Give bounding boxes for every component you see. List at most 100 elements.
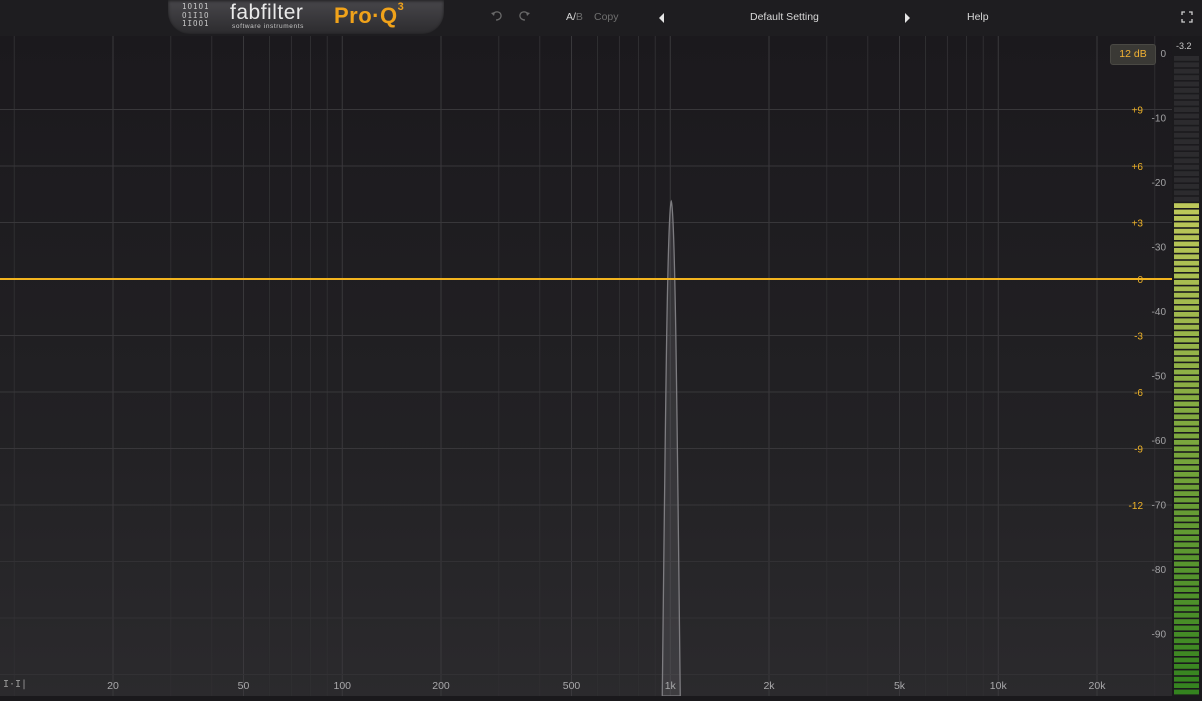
freq-label: 20: [107, 680, 119, 692]
eq-db-label: -6: [1134, 388, 1143, 399]
eq-db-label: +9: [1132, 106, 1144, 117]
spectrum-db-label: -90: [1152, 630, 1167, 641]
meter-segment: [1174, 324, 1199, 330]
meter-segment: [1174, 312, 1199, 317]
freq-label: 50: [238, 680, 250, 692]
meter-segment: [1174, 318, 1199, 324]
eq-db-label: -12: [1129, 501, 1144, 512]
meter-segment: [1174, 216, 1199, 221]
display-range-button[interactable]: 12 dB: [1110, 44, 1156, 65]
meter-segment: [1174, 465, 1199, 471]
meter-segment: [1174, 184, 1199, 189]
bars-icon[interactable]: I·I|: [3, 679, 27, 690]
meter-segment: [1174, 120, 1199, 125]
meter-segment: [1174, 561, 1199, 567]
meter-segment: [1174, 395, 1199, 400]
undo-icon[interactable]: [489, 8, 505, 24]
ab-toggle-button[interactable]: A/B: [566, 11, 583, 23]
meter-segment: [1174, 676, 1199, 682]
meter-segment: [1174, 369, 1199, 375]
freq-label: 20k: [1089, 680, 1107, 692]
level-meter-bars: [1174, 56, 1199, 701]
meter-segment: [1174, 235, 1199, 240]
help-button[interactable]: Help: [967, 11, 989, 23]
meter-segment: [1174, 504, 1199, 509]
meter-segment: [1174, 280, 1199, 285]
brand-subtitle: software instruments: [232, 23, 304, 30]
meter-segment: [1174, 158, 1199, 164]
meter-segment: [1174, 593, 1199, 599]
meter-segment: [1174, 555, 1199, 560]
meter-segment: [1174, 203, 1199, 208]
meter-segment: [1174, 376, 1199, 381]
top-toolbar: 1O1O1 O1I1O 1IOO1 fabfilter software ins…: [0, 0, 1202, 37]
meter-segment: [1174, 100, 1199, 106]
meter-segment: [1174, 542, 1199, 548]
eq-db-label: -3: [1134, 332, 1143, 343]
meter-segment: [1174, 452, 1199, 458]
meter-segment: [1174, 171, 1199, 176]
meter-segment: [1174, 88, 1199, 93]
meter-segment: [1174, 401, 1199, 407]
meter-segment: [1174, 222, 1199, 228]
freq-label: 2k: [763, 680, 775, 692]
triangle-right-icon[interactable]: [903, 13, 911, 23]
spectrum-db-label: -40: [1152, 307, 1167, 318]
triangle-left-icon[interactable]: [658, 13, 666, 23]
meter-segment: [1174, 267, 1199, 272]
meter-segment: [1174, 478, 1199, 484]
meter-segment: [1174, 427, 1199, 432]
meter-segment: [1174, 689, 1199, 695]
brand-name: fabfilter: [230, 1, 304, 24]
meter-segment: [1174, 510, 1199, 516]
meter-segment: [1174, 516, 1199, 522]
copy-button[interactable]: Copy: [594, 11, 619, 23]
fabfilter-logo-icon: 1O1O1 O1I1O 1IOO1: [182, 2, 210, 28]
meter-segment: [1174, 612, 1199, 618]
meter-segment: [1174, 523, 1199, 528]
meter-segment: [1174, 382, 1199, 388]
meter-segment: [1174, 548, 1199, 554]
eq-display[interactable]: 20 50 100 200 500 1k 2k 5k 10k 20k +9 +6 +3 0 -3 -6 -9 -1…: [0, 36, 1172, 696]
fullscreen-icon[interactable]: [1181, 11, 1193, 23]
meter-segment: [1174, 209, 1199, 215]
meter-segment: [1174, 241, 1199, 247]
freq-label: 500: [563, 680, 581, 692]
eq-db-label: 0: [1137, 275, 1143, 286]
meter-segment: [1174, 286, 1199, 292]
meter-segment: [1174, 356, 1199, 362]
analyzer-spectrum-peak: [661, 199, 681, 696]
meter-segment: [1174, 484, 1199, 490]
meter-segment: [1174, 638, 1199, 644]
meter-segment: [1174, 408, 1199, 413]
preset-name[interactable]: Default Setting: [750, 11, 819, 23]
meter-segment: [1174, 292, 1199, 298]
meter-segment: [1174, 299, 1199, 304]
meter-segment: [1174, 388, 1199, 394]
redo-icon[interactable]: [516, 8, 532, 24]
meter-segment: [1174, 62, 1199, 68]
product-name: Pro·Q3: [334, 1, 405, 28]
meter-segment: [1174, 440, 1199, 445]
spectrum-db-label: 0: [1160, 49, 1166, 60]
meter-segment: [1174, 139, 1199, 144]
meter-segment: [1174, 433, 1199, 439]
spectrum-db-label: -50: [1152, 372, 1167, 383]
meter-segment: [1174, 248, 1199, 253]
meter-segment: [1174, 190, 1199, 196]
meter-segment: [1174, 644, 1199, 650]
meter-segment: [1174, 68, 1199, 74]
meter-segment: [1174, 606, 1199, 612]
meter-segment: [1174, 81, 1199, 87]
eq-db-label: +6: [1132, 162, 1144, 173]
meter-segment: [1174, 568, 1199, 573]
eq-graph[interactable]: 20 50 100 200 500 1k 2k 5k 10k 20k +9 +6 +3 0 -3 -6 -9 -1…: [0, 36, 1172, 696]
meter-segment: [1174, 497, 1199, 503]
meter-segment: [1174, 196, 1199, 202]
freq-label: 5k: [894, 680, 906, 692]
meter-segment: [1174, 529, 1199, 535]
meter-segment: [1174, 56, 1199, 61]
meter-segment: [1174, 651, 1199, 656]
meter-segment: [1174, 625, 1199, 631]
meter-segment: [1174, 132, 1199, 138]
